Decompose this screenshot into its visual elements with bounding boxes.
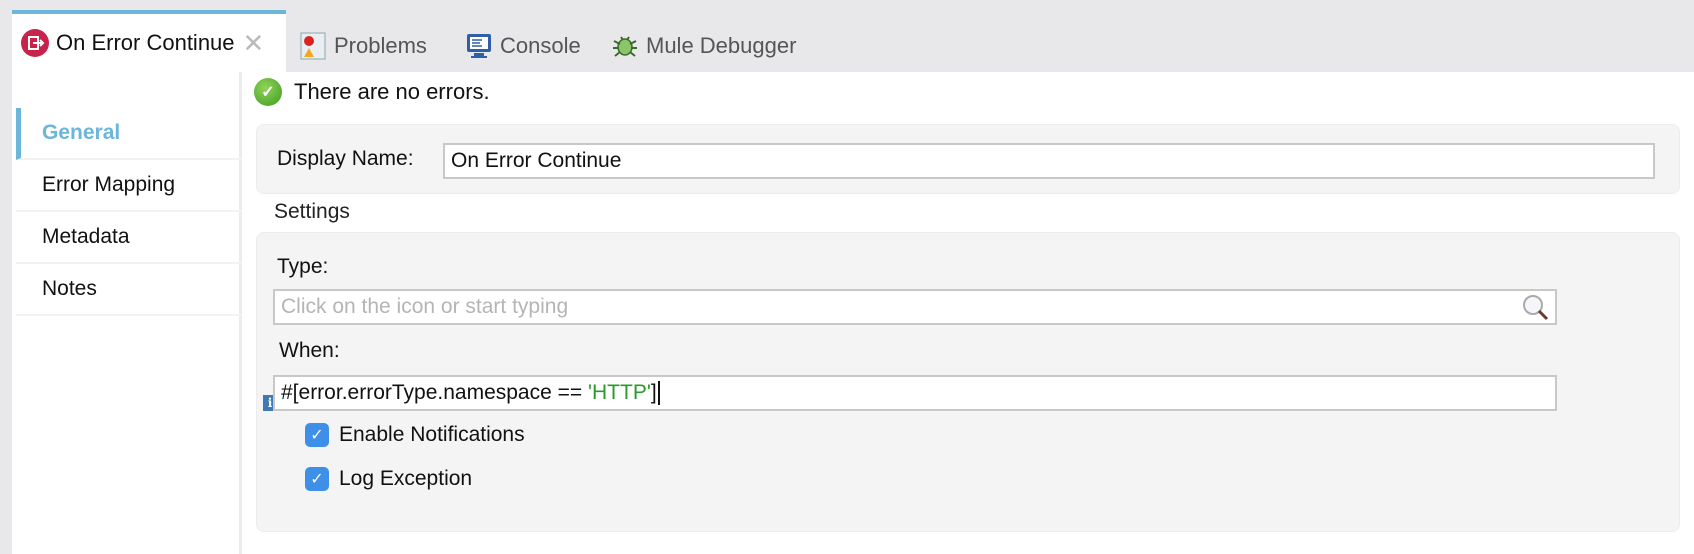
checkbox-label: Log Exception [339, 467, 473, 490]
check-icon: ✓ [254, 78, 282, 106]
tab-label: Console [500, 33, 581, 58]
tab-problems[interactable]: Problems [298, 20, 427, 72]
log-exception-checkbox[interactable]: ✓ Log Exception [305, 467, 472, 491]
properties-page: General Error Mapping Metadata Notes ✓ T… [12, 72, 1694, 554]
display-name-value: On Error Continue [451, 149, 622, 172]
expr-string: 'HTTP' [588, 381, 651, 404]
tab-mule-debugger[interactable]: Mule Debugger [610, 20, 796, 72]
display-name-input[interactable]: On Error Continue [443, 143, 1655, 179]
search-icon[interactable] [1521, 293, 1551, 329]
sidebar-item-label: General [42, 121, 121, 144]
expr-code: #[error.errorType.namespace == [281, 381, 588, 404]
content-area: ✓ There are no errors. Display Name: On … [248, 72, 1694, 554]
checkbox-label: Enable Notifications [339, 423, 525, 446]
settings-title: Settings [274, 200, 350, 223]
sidebar-item-label: Notes [42, 277, 97, 300]
tab-label: Problems [334, 33, 427, 58]
editor-tab-bar: On Error Continue ✕ Problems Console Mul… [0, 0, 1694, 72]
checkbox-checked-icon[interactable]: ✓ [305, 423, 329, 447]
problems-icon [298, 31, 328, 61]
tab-console[interactable]: Console [464, 20, 581, 72]
sidebar: General Error Mapping Metadata Notes [12, 72, 242, 554]
tab-on-error-continue[interactable]: On Error Continue ✕ [12, 10, 286, 72]
settings-panel: Type: Click on the icon or start typing … [256, 232, 1680, 532]
sidebar-item-general[interactable]: General [16, 108, 242, 160]
text-caret [657, 381, 660, 405]
sidebar-item-metadata[interactable]: Metadata [16, 212, 242, 264]
when-label: When: [279, 339, 340, 362]
checkbox-checked-icon[interactable]: ✓ [305, 467, 329, 491]
validation-status: ✓ There are no errors. [254, 78, 490, 106]
tab-label: Mule Debugger [646, 33, 797, 58]
type-label: Type: [277, 255, 329, 278]
general-panel: Display Name: On Error Continue [256, 124, 1680, 194]
exit-icon [20, 28, 50, 58]
sidebar-item-error-mapping[interactable]: Error Mapping [16, 160, 242, 212]
sidebar-item-notes[interactable]: Notes [16, 264, 242, 316]
close-icon[interactable]: ✕ [243, 28, 265, 59]
bug-icon [610, 31, 640, 61]
tab-label: On Error Continue [56, 30, 235, 55]
expr-suffix: ] [650, 381, 657, 404]
when-expression-input[interactable]: #[error.errorType.namespace == 'HTTP'] [273, 375, 1557, 411]
console-icon [464, 31, 494, 61]
type-input[interactable]: Click on the icon or start typing [273, 289, 1557, 325]
display-name-label: Display Name: [277, 147, 414, 170]
status-text: There are no errors. [294, 79, 490, 104]
type-placeholder: Click on the icon or start typing [281, 295, 569, 318]
sidebar-item-label: Metadata [42, 225, 130, 248]
sidebar-item-label: Error Mapping [42, 173, 176, 196]
enable-notifications-checkbox[interactable]: ✓ Enable Notifications [305, 423, 525, 447]
